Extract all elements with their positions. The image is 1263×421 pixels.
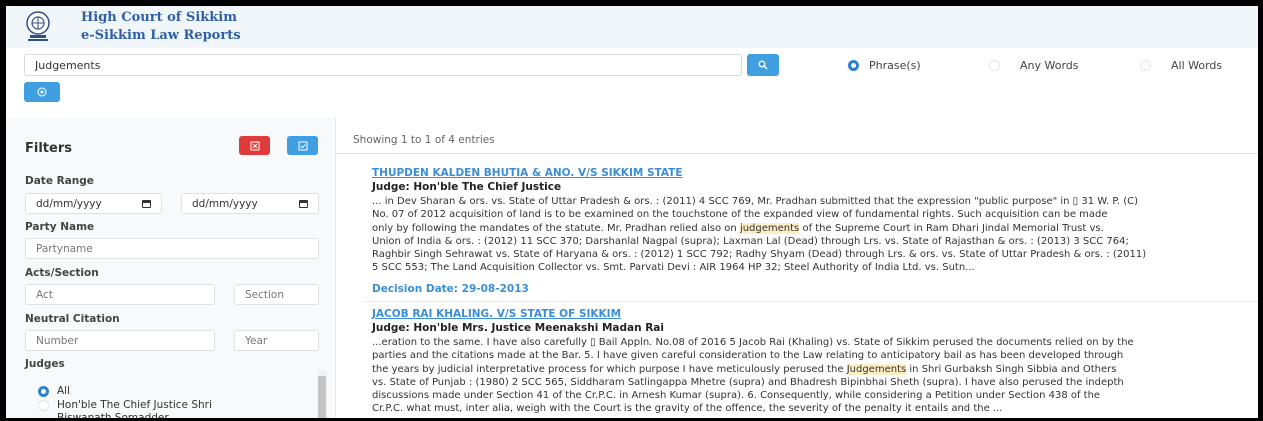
radio-any-words[interactable]: [989, 60, 1000, 71]
calendar-icon[interactable]: [142, 199, 151, 208]
option-all-words-label: All Words: [1171, 59, 1223, 72]
option-any-words[interactable]: Any Words: [989, 59, 1079, 72]
search-icon: [758, 60, 768, 70]
date-to-value: dd/mm/yyyy: [192, 197, 258, 210]
option-any-words-label: Any Words: [1020, 59, 1079, 72]
add-search-button[interactable]: [24, 82, 60, 102]
year-input[interactable]: Year: [234, 330, 319, 351]
result-snippet: ...eration to the same. I have also care…: [372, 336, 1250, 416]
act-placeholder: Act: [36, 288, 53, 301]
judge-option-chief-justice[interactable]: Hon'ble The Chief Justice Shri Biswanath…: [38, 399, 212, 418]
number-placeholder: Number: [36, 334, 79, 347]
header: High Court of Sikkim e-Sikkim Law Report…: [6, 6, 1258, 48]
result-snippet: ... in Dev Sharan & ors. vs. State of Ut…: [372, 195, 1250, 275]
party-name-input[interactable]: Partyname: [25, 238, 319, 259]
act-input[interactable]: Act: [25, 284, 215, 305]
highlight-term: Judgements: [846, 363, 907, 375]
judge-option-all-label: All: [57, 385, 71, 397]
acts-section-label: Acts/Section: [25, 267, 99, 279]
date-from-input[interactable]: dd/mm/yyyy: [25, 193, 162, 214]
option-phrase[interactable]: Phrase(s): [848, 59, 921, 72]
result-item: JACOB RAI KHALING. V/S STATE OF SIKKIM J…: [372, 308, 1250, 416]
party-name-label: Party Name: [25, 221, 95, 233]
result-title-link[interactable]: THUPDEN KALDEN BHUTIA & ANO. V/S SIKKIM …: [372, 167, 1250, 181]
judges-scrollbar[interactable]: [317, 370, 327, 418]
filters-panel: Filters Date Range dd/mm/yyyy dd/mm/yyyy…: [6, 118, 336, 418]
neutral-citation-label: Neutral Citation: [25, 313, 120, 325]
check-box-icon: [298, 141, 307, 150]
radio-judge-chief-justice[interactable]: [38, 400, 49, 411]
calendar-icon[interactable]: [299, 199, 308, 208]
radio-all-words[interactable]: [1140, 60, 1151, 71]
option-all-words[interactable]: All Words: [1140, 59, 1222, 72]
section-placeholder: Section: [245, 288, 285, 301]
judge-option-chief-justice-label: Hon'ble The Chief Justice Shri Biswanath…: [57, 399, 212, 418]
reset-filters-button[interactable]: [239, 136, 270, 155]
divider: [336, 153, 1258, 154]
search-input[interactable]: [24, 54, 742, 76]
apply-filters-button[interactable]: [287, 136, 318, 155]
highlight-term: judgements: [739, 222, 800, 234]
radio-phrase[interactable]: [848, 60, 859, 71]
divider: [364, 301, 1258, 302]
date-from-value: dd/mm/yyyy: [36, 197, 102, 210]
date-to-input[interactable]: dd/mm/yyyy: [181, 193, 319, 214]
entries-count: Showing 1 to 1 of 4 entries: [353, 134, 495, 146]
number-input[interactable]: Number: [25, 330, 215, 351]
search-button[interactable]: [747, 54, 779, 76]
party-name-placeholder: Partyname: [36, 242, 93, 255]
judge-option-all[interactable]: All: [38, 385, 70, 397]
close-box-icon: [250, 141, 259, 150]
judges-label: Judges: [25, 358, 65, 370]
site-subtitle: e-Sikkim Law Reports: [81, 28, 241, 43]
decision-date: Decision Date: 29-08-2013: [372, 282, 529, 295]
result-judge: Judge: Hon'ble The Chief Justice: [372, 181, 562, 193]
result-title-link[interactable]: JACOB RAI KHALING. V/S STATE OF SIKKIM: [372, 308, 1250, 322]
year-placeholder: Year: [245, 334, 268, 347]
site-title: High Court of Sikkim: [81, 10, 237, 25]
radio-judge-all[interactable]: [38, 386, 49, 397]
result-judge: Judge: Hon'ble Mrs. Justice Meenakshi Ma…: [372, 322, 664, 334]
date-range-label: Date Range: [25, 175, 94, 187]
app-window: High Court of Sikkim e-Sikkim Law Report…: [6, 6, 1258, 418]
option-phrase-label: Phrase(s): [869, 59, 921, 72]
scrollbar-thumb[interactable]: [318, 376, 326, 418]
plus-circle-icon: [37, 87, 47, 97]
filters-title: Filters: [25, 141, 72, 156]
result-item: THUPDEN KALDEN BHUTIA & ANO. V/S SIKKIM …: [372, 167, 1250, 295]
court-emblem-icon: [26, 11, 50, 41]
section-input[interactable]: Section: [234, 284, 319, 305]
